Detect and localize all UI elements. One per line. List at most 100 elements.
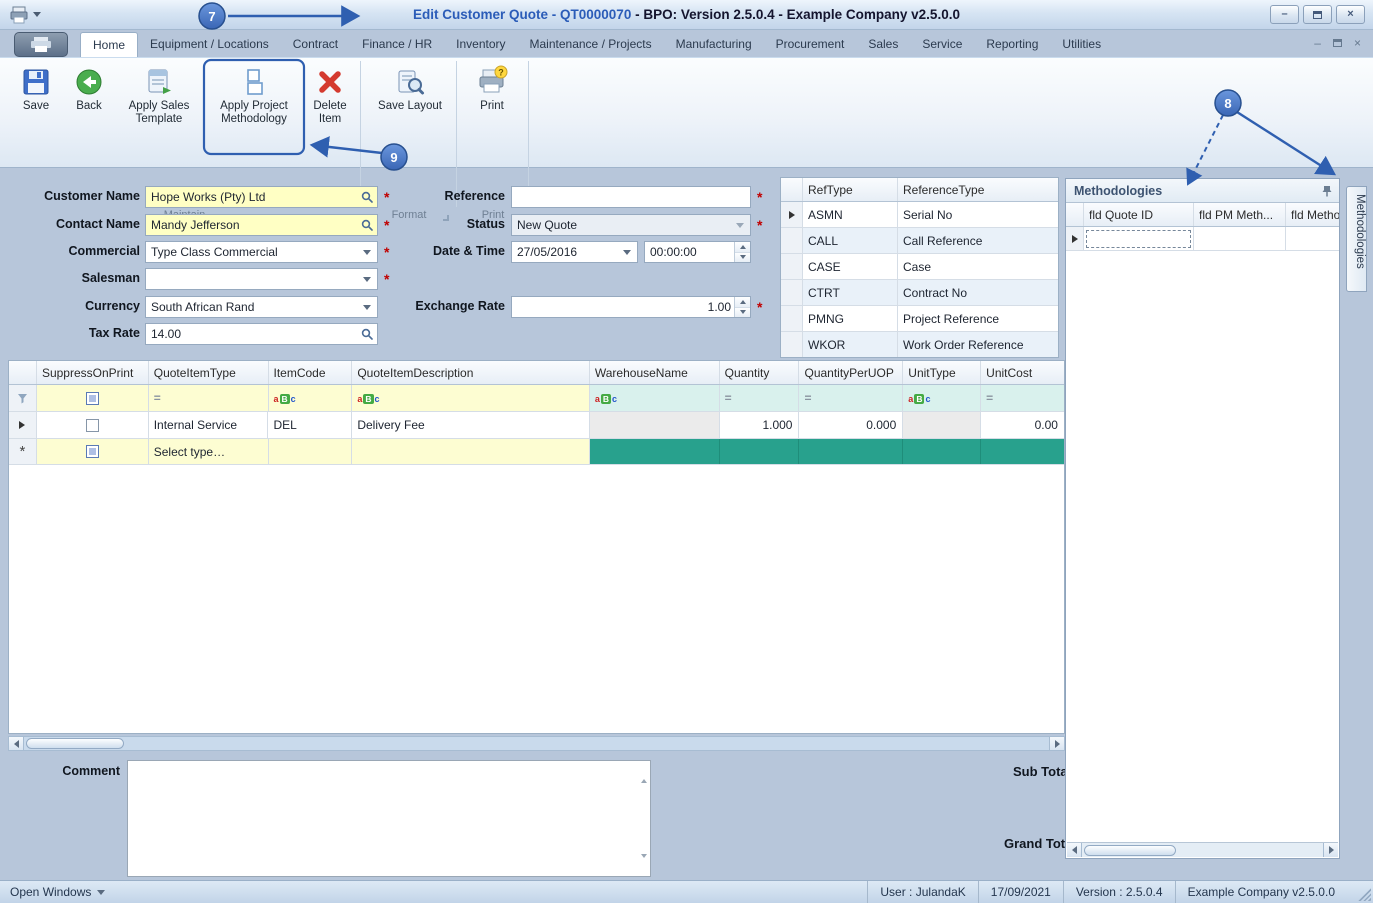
resize-grip[interactable] (1357, 887, 1371, 901)
save-layout-button[interactable]: Save Layout (370, 63, 450, 113)
delete-item-button[interactable]: Delete Item (306, 63, 354, 126)
reftype-column-header[interactable]: RefType (803, 178, 898, 201)
application-menu-button[interactable] (14, 32, 68, 57)
quantity-filter-cell[interactable]: = (719, 385, 800, 411)
unitcost-column-header[interactable]: UnitCost (981, 361, 1064, 384)
tab-utilities[interactable]: Utilities (1050, 32, 1113, 57)
scrollbar-thumb[interactable] (1084, 844, 1176, 856)
time-field[interactable]: 00:00:00 (644, 241, 751, 263)
restore-button[interactable] (1303, 5, 1332, 24)
currency-dropdown[interactable]: South African Rand (145, 296, 378, 318)
tab-service[interactable]: Service (910, 32, 974, 57)
date-caret-icon[interactable] (617, 242, 637, 262)
type-cell[interactable]: Internal Service (149, 412, 269, 438)
itemcode-column-header[interactable]: ItemCode (268, 361, 353, 384)
suppressonprint-column-header[interactable]: SuppressOnPrint (36, 361, 149, 384)
reftype-row[interactable]: CASE Case (781, 254, 1058, 280)
type-filter-cell[interactable]: = (148, 385, 269, 411)
quote-item-row[interactable]: Internal Service DEL Delivery Fee 1.000 … (9, 412, 1064, 439)
quantityperuop-filter-cell[interactable]: = (799, 385, 904, 411)
salesman-dropdown[interactable] (145, 268, 378, 290)
tab-equipment-locations[interactable]: Equipment / Locations (138, 32, 281, 57)
comment-scroll-down-icon[interactable] (641, 854, 647, 872)
unitcost-cell[interactable]: 0.00 (981, 412, 1064, 438)
apply-project-methodology-button[interactable]: Apply Project Methodology (206, 63, 302, 126)
comment-input[interactable] (127, 760, 651, 877)
description-filter-cell[interactable]: aBc (352, 385, 590, 411)
scroll-right-icon[interactable] (1049, 737, 1064, 750)
customer-name-field[interactable]: Hope Works (Pty) Ltd (145, 186, 378, 208)
scroll-left-icon[interactable] (9, 737, 24, 750)
fld-methodology-column-header[interactable]: fld Methodol (1286, 203, 1339, 226)
methodologies-hscrollbar[interactable] (1067, 842, 1338, 857)
referencetype-column-header[interactable]: ReferenceType (898, 178, 1058, 201)
quantityperuop-cell[interactable]: 0.000 (799, 412, 904, 438)
tab-manufacturing[interactable]: Manufacturing (664, 32, 764, 57)
pm-meth-cell[interactable] (1194, 227, 1286, 250)
unittype-filter-cell[interactable]: aBc (903, 385, 982, 411)
quantity-column-header[interactable]: Quantity (719, 361, 800, 384)
status-dropdown[interactable]: New Quote (511, 214, 751, 236)
scroll-left-icon[interactable] (1067, 843, 1082, 857)
warehouse-filter-cell[interactable]: aBc (589, 385, 720, 411)
tax-rate-field[interactable]: 14.00 (145, 323, 378, 345)
contact-name-field[interactable]: Mandy Jefferson (145, 214, 378, 236)
contact-lookup-icon[interactable] (357, 215, 377, 235)
warehousename-column-header[interactable]: WarehouseName (589, 361, 720, 384)
tab-maintenance-projects[interactable]: Maintenance / Projects (518, 32, 664, 57)
tab-contract[interactable]: Contract (281, 32, 350, 57)
reference-field[interactable] (511, 186, 751, 208)
checkbox-indeterminate[interactable] (85, 445, 99, 458)
select-type-cell[interactable]: Select type… (148, 439, 269, 464)
code-cell[interactable] (268, 439, 353, 464)
reftype-row[interactable]: WKOR Work Order Reference (781, 332, 1058, 357)
quote-id-cell[interactable] (1084, 227, 1194, 250)
pin-icon[interactable] (1321, 185, 1333, 197)
quantityperuop-column-header[interactable]: QuantityPerUOP (799, 361, 904, 384)
apply-sales-template-button[interactable]: Apply Sales Template (120, 63, 198, 126)
reftype-row[interactable]: CALL Call Reference (781, 228, 1058, 254)
description-cell[interactable] (352, 439, 590, 464)
code-cell[interactable]: DEL (268, 412, 353, 438)
exchange-rate-spinner[interactable] (734, 297, 750, 317)
fld-pm-meth-column-header[interactable]: fld PM Meth... (1194, 203, 1286, 226)
open-windows-dropdown[interactable]: Open Windows (10, 885, 106, 899)
time-spinner[interactable] (734, 242, 750, 262)
mdi-restore-icon[interactable] (1332, 39, 1342, 47)
quoteitemdescription-column-header[interactable]: QuoteItemDescription (352, 361, 590, 384)
tax-rate-lookup-icon[interactable] (357, 324, 377, 344)
checkbox-unchecked[interactable] (85, 418, 99, 432)
methodologies-side-tab[interactable]: Methodologies (1346, 186, 1367, 292)
tab-sales[interactable]: Sales (856, 32, 910, 57)
unittype-column-header[interactable]: UnitType (903, 361, 982, 384)
tab-home[interactable]: Home (80, 32, 139, 57)
date-field[interactable]: 27/05/2016 (511, 241, 638, 263)
methodology-cell[interactable] (1286, 227, 1339, 250)
suppress-filter-cell[interactable] (36, 385, 149, 411)
code-filter-cell[interactable]: aBc (268, 385, 353, 411)
scrollbar-thumb[interactable] (26, 738, 124, 749)
comment-scroll-up-icon[interactable] (641, 765, 647, 783)
reftype-row[interactable]: ASMN Serial No (781, 202, 1058, 228)
new-item-row[interactable]: * Select type… (9, 439, 1064, 465)
exchange-rate-field[interactable]: 1.00 (511, 296, 751, 318)
currency-caret-icon[interactable] (357, 297, 377, 317)
commercial-caret-icon[interactable] (357, 242, 377, 262)
mdi-minimize-icon[interactable]: – (1314, 36, 1321, 50)
quantity-cell[interactable]: 1.000 (720, 412, 800, 438)
suppress-cell[interactable] (37, 412, 149, 438)
description-cell[interactable]: Delivery Fee (352, 412, 590, 438)
commercial-dropdown[interactable]: Type Class Commercial (145, 241, 378, 263)
methodologies-row[interactable] (1066, 227, 1339, 251)
quoteitemtype-column-header[interactable]: QuoteItemType (148, 361, 269, 384)
salesman-caret-icon[interactable] (357, 269, 377, 289)
save-button[interactable]: Save (14, 63, 58, 113)
scroll-right-icon[interactable] (1323, 843, 1338, 857)
mdi-close-icon[interactable]: × (1354, 36, 1361, 50)
items-grid-hscrollbar[interactable] (8, 736, 1065, 751)
minimize-button[interactable]: – (1270, 5, 1299, 24)
tab-finance-hr[interactable]: Finance / HR (350, 32, 444, 57)
checkbox-indeterminate[interactable] (85, 391, 99, 405)
tab-inventory[interactable]: Inventory (444, 32, 517, 57)
customer-lookup-icon[interactable] (357, 187, 377, 207)
